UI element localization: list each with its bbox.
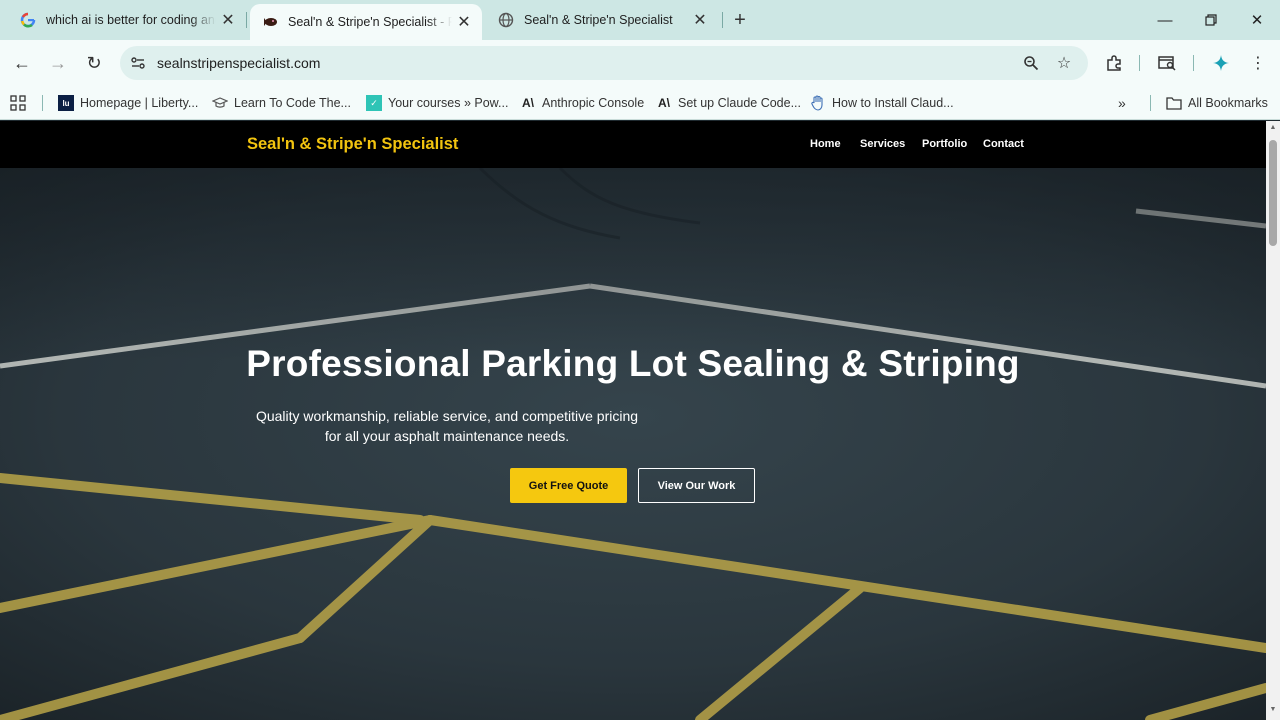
close-window-icon[interactable]: ✕: [1234, 0, 1280, 40]
liberty-icon: lu: [58, 95, 74, 111]
anthropic-icon: A\: [658, 96, 670, 110]
nav-home[interactable]: Home: [810, 138, 841, 150]
star-icon[interactable]: ☆: [1054, 53, 1074, 73]
reload-icon[interactable]: ↻: [79, 48, 109, 78]
scroll-down-icon[interactable]: ▼: [1269, 706, 1277, 713]
globe-icon: [498, 12, 514, 28]
hero-subtitle: Quality workmanship, reliable service, a…: [255, 408, 639, 444]
close-tab-icon[interactable]: ✕: [216, 8, 240, 32]
tab-title: Seal'n & Stripe'n Specialist - Pro: [288, 15, 452, 29]
google-g-icon: [20, 12, 36, 28]
gemini-icon[interactable]: [1210, 52, 1232, 74]
url-text: sealnstripenspecialist.com: [157, 55, 321, 71]
menu-kebab-icon[interactable]: ⋮: [1247, 52, 1269, 74]
site-info-icon[interactable]: [128, 53, 148, 73]
bookmark-label: Set up Claude Code...: [678, 96, 801, 110]
bookmark-liberty[interactable]: lu Homepage | Liberty...: [58, 92, 198, 114]
all-bookmarks-label: All Bookmarks: [1188, 96, 1268, 110]
site-favicon-icon: [262, 14, 278, 30]
close-tab-icon[interactable]: ✕: [688, 8, 712, 32]
nav-services[interactable]: Services: [860, 138, 905, 150]
view-our-work-button[interactable]: View Our Work: [638, 468, 755, 503]
back-icon[interactable]: ←: [7, 48, 37, 78]
bookmark-label: Learn To Code The...: [234, 96, 351, 110]
get-free-quote-button[interactable]: Get Free Quote: [510, 468, 627, 503]
tab-search-icon[interactable]: [1156, 52, 1178, 74]
restore-icon[interactable]: [1188, 0, 1234, 40]
bookmark-courses[interactable]: ✓ Your courses » Pow...: [366, 92, 508, 114]
course-icon: ✓: [366, 95, 382, 111]
address-bar[interactable]: sealnstripenspecialist.com ☆: [120, 46, 1088, 80]
nav-contact[interactable]: Contact: [983, 138, 1024, 150]
tab-title: Seal'n & Stripe'n Specialist: [524, 13, 673, 27]
hero-title: Professional Parking Lot Sealing & Strip…: [246, 343, 1020, 384]
forward-icon[interactable]: →: [43, 48, 73, 78]
hand-icon: [810, 95, 826, 111]
tab-title: which ai is better for coding and: [46, 13, 216, 27]
tab-active-site[interactable]: Seal'n & Stripe'n Specialist - Pro ✕: [250, 4, 482, 40]
tab-strip: which ai is better for coding and ✕ Seal…: [0, 0, 1280, 40]
page-viewport: Seal'n & Stripe'n Specialist Home Servic…: [0, 121, 1266, 720]
bookmark-learn-to-code[interactable]: Learn To Code The...: [212, 92, 351, 114]
bookmark-label: Anthropic Console: [542, 96, 645, 110]
close-tab-icon[interactable]: ✕: [452, 10, 476, 34]
bookmarks-bar: lu Homepage | Liberty... Learn To Code T…: [0, 86, 1280, 120]
zoom-icon[interactable]: [1021, 53, 1041, 73]
bookmark-label: Homepage | Liberty...: [80, 96, 199, 110]
anthropic-icon: A\: [522, 96, 534, 110]
hero-section: Professional Parking Lot Sealing & Strip…: [0, 168, 1266, 720]
bookmark-anthropic-console[interactable]: A\ Anthropic Console: [520, 92, 644, 114]
tab-google-search[interactable]: which ai is better for coding and ✕: [8, 0, 246, 40]
bookmark-label: Your courses » Pow...: [388, 96, 509, 110]
nav-portfolio[interactable]: Portfolio: [922, 138, 967, 150]
all-bookmarks-button[interactable]: All Bookmarks: [1166, 92, 1268, 114]
browser-toolbar: ← → ↻ sealnstripenspecialist.com ☆ ⋮: [0, 40, 1280, 86]
folder-icon: [1166, 95, 1182, 111]
scrollbar-thumb[interactable]: [1269, 140, 1277, 246]
more-bookmarks-icon[interactable]: »: [1118, 92, 1126, 114]
extensions-icon[interactable]: [1103, 52, 1125, 74]
bookmark-install-claude[interactable]: How to Install Claud...: [810, 92, 954, 114]
bookmark-label: How to Install Claud...: [832, 96, 954, 110]
site-header: Seal'n & Stripe'n Specialist Home Servic…: [0, 121, 1266, 168]
tab-site-2[interactable]: Seal'n & Stripe'n Specialist ✕: [486, 0, 718, 40]
apps-grid-icon[interactable]: [10, 92, 26, 114]
site-brand[interactable]: Seal'n & Stripe'n Specialist: [247, 135, 458, 154]
graduation-cap-icon: [212, 95, 228, 111]
scroll-up-icon[interactable]: ▲: [1269, 124, 1277, 131]
bookmark-claude-code[interactable]: A\ Set up Claude Code...: [656, 92, 801, 114]
new-tab-icon[interactable]: +: [728, 8, 752, 32]
page-scrollbar[interactable]: ▲ ▼: [1266, 121, 1280, 720]
minimize-icon[interactable]: —: [1142, 0, 1188, 40]
